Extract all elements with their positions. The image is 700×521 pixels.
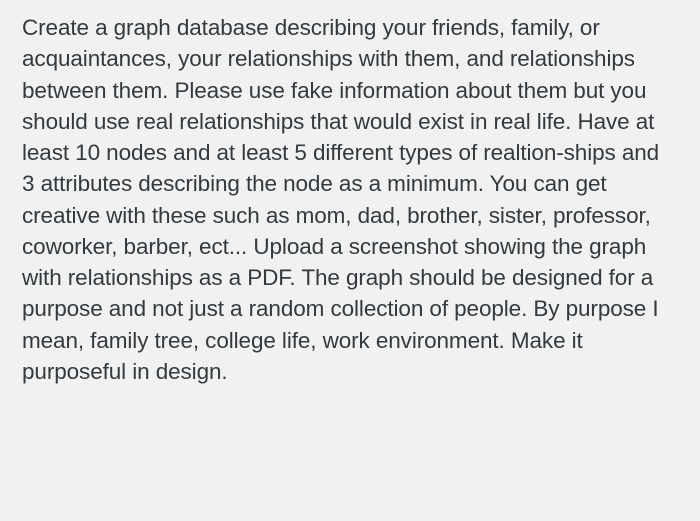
question-text: Create a graph database describing your … xyxy=(22,12,676,387)
